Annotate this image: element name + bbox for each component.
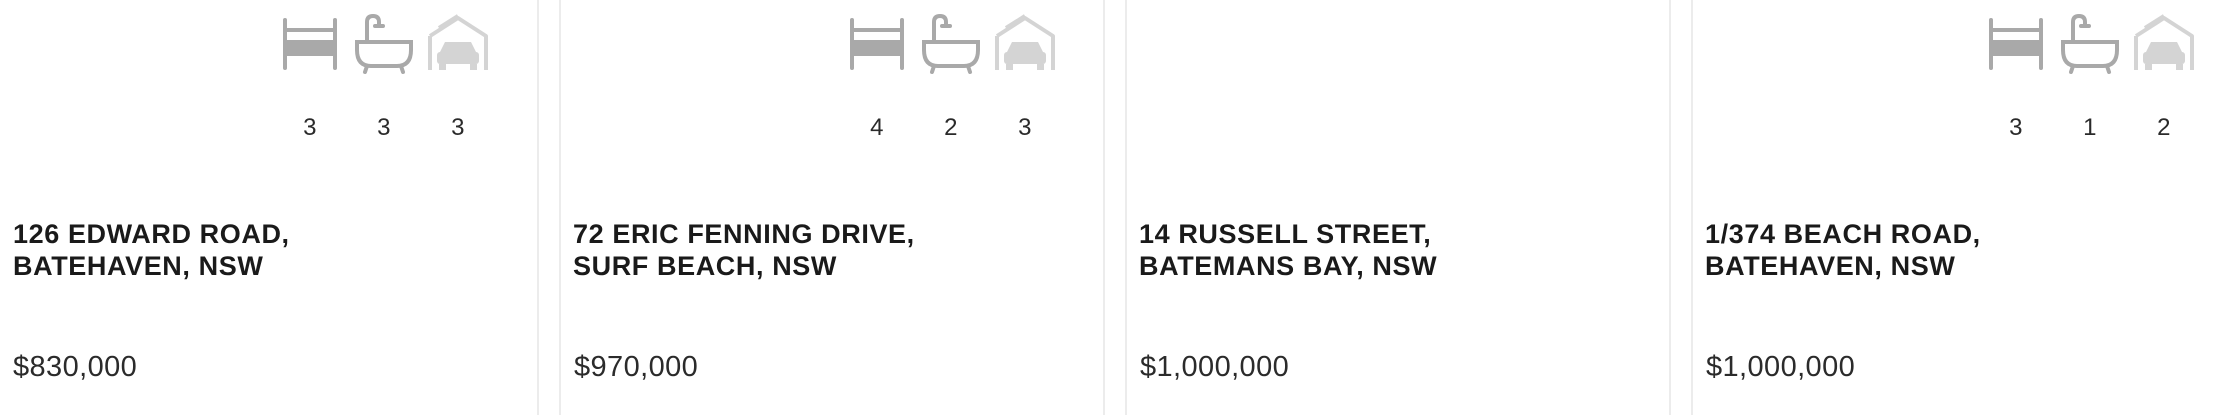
address-line1: 126 EDWARD ROAD, <box>13 219 290 249</box>
bathtub-icon <box>355 14 413 74</box>
property-features: 4 2 3 <box>840 14 1062 140</box>
listing-card[interactable]: 3 1 2 1/374 BEACH ROAD, BATEHAVEN, NSW $… <box>1691 0 2234 415</box>
listing-card[interactable]: 4 2 3 72 ERIC FENNING DRIVE, SURF BEACH,… <box>559 0 1105 415</box>
bathrooms-feature: 3 <box>347 14 421 140</box>
listing-address[interactable]: 1/374 BEACH ROAD, BATEHAVEN, NSW <box>1705 218 1981 282</box>
listing-price: $970,000 <box>574 351 699 383</box>
listing-address[interactable]: 14 RUSSELL STREET, BATEMANS BAY, NSW <box>1139 218 1437 282</box>
listing-address[interactable]: 72 ERIC FENNING DRIVE, SURF BEACH, NSW <box>573 218 915 282</box>
bathtub-icon <box>2061 14 2119 74</box>
car-garage-icon <box>2134 14 2194 70</box>
bedrooms-feature: 3 <box>1979 14 2053 140</box>
listing-card[interactable]: 3 3 3 126 EDWARD ROAD, BATEHAVEN, NSW $8… <box>0 0 539 415</box>
address-line2: BATEMANS BAY, NSW <box>1139 251 1438 281</box>
carspaces-feature: 2 <box>2127 14 2201 140</box>
listing-price: $1,000,000 <box>1706 351 1856 383</box>
carspaces-feature: 3 <box>988 14 1062 140</box>
address-line1: 14 RUSSELL STREET, <box>1139 219 1432 249</box>
listing-address[interactable]: 126 EDWARD ROAD, BATEHAVEN, NSW <box>13 218 290 282</box>
bathtub-icon <box>922 14 980 74</box>
address-line2: BATEHAVEN, NSW <box>1705 251 1956 281</box>
carspaces-count: 3 <box>1018 114 1032 141</box>
address-line1: 1/374 BEACH ROAD, <box>1705 219 1981 249</box>
bedrooms-count: 3 <box>2009 114 2023 141</box>
carspaces-count: 3 <box>451 114 465 141</box>
bathrooms-count: 3 <box>377 114 391 141</box>
bed-icon <box>1989 18 2043 70</box>
bathrooms-feature: 1 <box>2053 14 2127 140</box>
property-features: 3 1 2 <box>1979 14 2201 140</box>
property-features: 3 3 3 <box>273 14 495 140</box>
address-line2: SURF BEACH, NSW <box>573 251 837 281</box>
car-garage-icon <box>428 14 488 70</box>
address-line1: 72 ERIC FENNING DRIVE, <box>573 219 915 249</box>
bedrooms-feature: 3 <box>273 14 347 140</box>
bathrooms-feature: 2 <box>914 14 988 140</box>
property-listings: 3 3 3 126 EDWARD ROAD, BATEHAVEN, NSW $8… <box>0 0 2234 415</box>
carspaces-count: 2 <box>2157 114 2171 141</box>
address-line2: BATEHAVEN, NSW <box>13 251 264 281</box>
bed-icon <box>283 18 337 70</box>
bedrooms-count: 3 <box>303 114 317 141</box>
bed-icon <box>850 18 904 70</box>
carspaces-feature: 3 <box>421 14 495 140</box>
bathrooms-count: 2 <box>944 114 958 141</box>
listing-card[interactable]: 14 RUSSELL STREET, BATEMANS BAY, NSW $1,… <box>1125 0 1671 415</box>
bedrooms-feature: 4 <box>840 14 914 140</box>
bedrooms-count: 4 <box>870 114 884 141</box>
listing-price: $830,000 <box>13 351 138 383</box>
car-garage-icon <box>995 14 1055 70</box>
listing-price: $1,000,000 <box>1140 351 1290 383</box>
bathrooms-count: 1 <box>2083 114 2097 141</box>
